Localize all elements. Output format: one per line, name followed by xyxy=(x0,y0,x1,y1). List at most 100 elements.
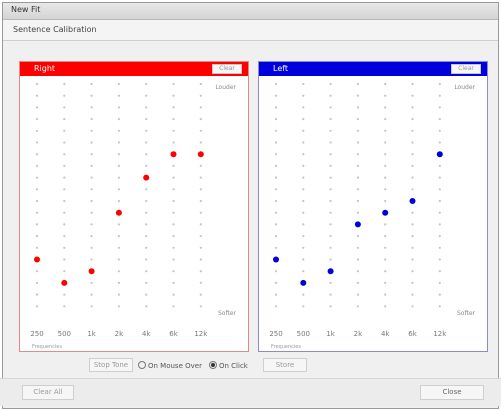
grid-dot[interactable] xyxy=(90,235,93,238)
grid-dot[interactable] xyxy=(172,129,175,132)
grid-dot[interactable] xyxy=(302,106,305,109)
grid-dot[interactable] xyxy=(145,164,148,167)
grid-dot[interactable] xyxy=(411,270,414,273)
grid-dot[interactable] xyxy=(90,153,93,156)
grid-dot[interactable] xyxy=(117,176,120,179)
grid-dot[interactable] xyxy=(329,281,332,284)
grid-dot[interactable] xyxy=(438,129,441,132)
grid-dot[interactable] xyxy=(90,281,93,284)
grid-dot[interactable] xyxy=(90,94,93,97)
grid-dot[interactable] xyxy=(274,211,278,214)
grid-dot[interactable] xyxy=(274,305,278,308)
grid-dot[interactable] xyxy=(302,305,305,308)
grid-dot[interactable] xyxy=(384,235,387,238)
grid-dot[interactable] xyxy=(117,129,120,132)
grid-dot[interactable] xyxy=(411,118,414,121)
grid-dot[interactable] xyxy=(302,118,305,121)
left-audiogram-grid[interactable]: 250 500 1k 2k 4k 6k 12k xyxy=(259,62,489,353)
grid-dot[interactable] xyxy=(356,82,359,86)
grid-dot[interactable] xyxy=(63,270,66,273)
grid-dot[interactable] xyxy=(145,246,148,249)
grid-dot[interactable] xyxy=(384,176,387,179)
grid-dot[interactable] xyxy=(35,199,39,203)
title-bar[interactable]: New Fit xyxy=(3,3,498,20)
grid-dot[interactable] xyxy=(172,305,175,308)
grid-dot[interactable] xyxy=(145,293,148,296)
grid-dot[interactable] xyxy=(438,141,441,144)
grid-dot[interactable] xyxy=(438,118,441,121)
grid-dot[interactable] xyxy=(356,106,359,109)
grid-dot[interactable] xyxy=(356,153,359,156)
grid-dot[interactable] xyxy=(199,82,202,86)
grid-dot[interactable] xyxy=(302,211,305,214)
grid-dot[interactable] xyxy=(302,176,305,179)
grid-dot[interactable] xyxy=(438,176,441,179)
grid-dot[interactable] xyxy=(302,129,305,132)
grid-dot[interactable] xyxy=(384,129,387,132)
grid-dot[interactable] xyxy=(35,223,39,226)
grid-dot[interactable] xyxy=(274,188,278,191)
grid-dot[interactable] xyxy=(145,199,148,203)
grid-dot[interactable] xyxy=(438,246,441,249)
grid-dot[interactable] xyxy=(329,141,332,144)
grid-dot[interactable] xyxy=(90,258,93,261)
grid-dot[interactable] xyxy=(35,141,39,144)
grid-dot[interactable] xyxy=(438,188,441,191)
grid-dot[interactable] xyxy=(356,129,359,132)
grid-dot[interactable] xyxy=(384,258,387,261)
grid-dot[interactable] xyxy=(90,188,93,191)
grid-dot[interactable] xyxy=(199,141,202,144)
grid-dot[interactable] xyxy=(302,82,305,86)
grid-dot[interactable] xyxy=(63,211,66,214)
grid-dot[interactable] xyxy=(117,94,120,97)
grid-dot[interactable] xyxy=(35,129,39,132)
grid-dot[interactable] xyxy=(90,223,93,226)
grid-dot[interactable] xyxy=(172,118,175,121)
grid-dot[interactable] xyxy=(329,129,332,132)
grid-dot[interactable] xyxy=(356,270,359,273)
grid-dot[interactable] xyxy=(356,164,359,167)
grid-dot[interactable] xyxy=(356,199,359,203)
grid-dot[interactable] xyxy=(117,235,120,238)
grid-dot[interactable] xyxy=(411,106,414,109)
left-threshold-point[interactable] xyxy=(382,209,389,216)
grid-dot[interactable] xyxy=(329,199,332,203)
grid-dot[interactable] xyxy=(438,235,441,238)
grid-dot[interactable] xyxy=(274,129,278,132)
grid-dot[interactable] xyxy=(411,235,414,238)
grid-dot[interactable] xyxy=(438,258,441,261)
grid-dot[interactable] xyxy=(384,118,387,121)
grid-dot[interactable] xyxy=(356,293,359,296)
grid-dot[interactable] xyxy=(145,235,148,238)
grid-dot[interactable] xyxy=(35,82,39,86)
grid-dot[interactable] xyxy=(172,235,175,238)
grid-dot[interactable] xyxy=(35,94,39,97)
grid-dot[interactable] xyxy=(384,106,387,109)
grid-dot[interactable] xyxy=(438,106,441,109)
radio-on-mouse-over[interactable]: On Mouse Over xyxy=(138,361,202,370)
grid-dot[interactable] xyxy=(302,223,305,226)
right-threshold-point[interactable] xyxy=(88,268,95,275)
grid-dot[interactable] xyxy=(274,141,278,144)
grid-dot[interactable] xyxy=(90,246,93,249)
grid-dot[interactable] xyxy=(145,129,148,132)
grid-dot[interactable] xyxy=(172,270,175,273)
radio-on-click[interactable]: On Click xyxy=(209,361,248,370)
grid-dot[interactable] xyxy=(274,118,278,121)
grid-dot[interactable] xyxy=(199,223,202,226)
grid-dot[interactable] xyxy=(172,246,175,249)
grid-dot[interactable] xyxy=(117,258,120,261)
grid-dot[interactable] xyxy=(302,270,305,273)
grid-dot[interactable] xyxy=(90,141,93,144)
grid-dot[interactable] xyxy=(172,176,175,179)
grid-dot[interactable] xyxy=(63,164,66,167)
grid-dot[interactable] xyxy=(63,141,66,144)
grid-dot[interactable] xyxy=(63,153,66,156)
grid-dot[interactable] xyxy=(329,188,332,191)
grid-dot[interactable] xyxy=(63,106,66,109)
grid-dot[interactable] xyxy=(63,82,66,86)
grid-dot[interactable] xyxy=(172,164,175,167)
grid-dot[interactable] xyxy=(384,223,387,226)
grid-dot[interactable] xyxy=(438,199,441,203)
grid-dot[interactable] xyxy=(329,223,332,226)
